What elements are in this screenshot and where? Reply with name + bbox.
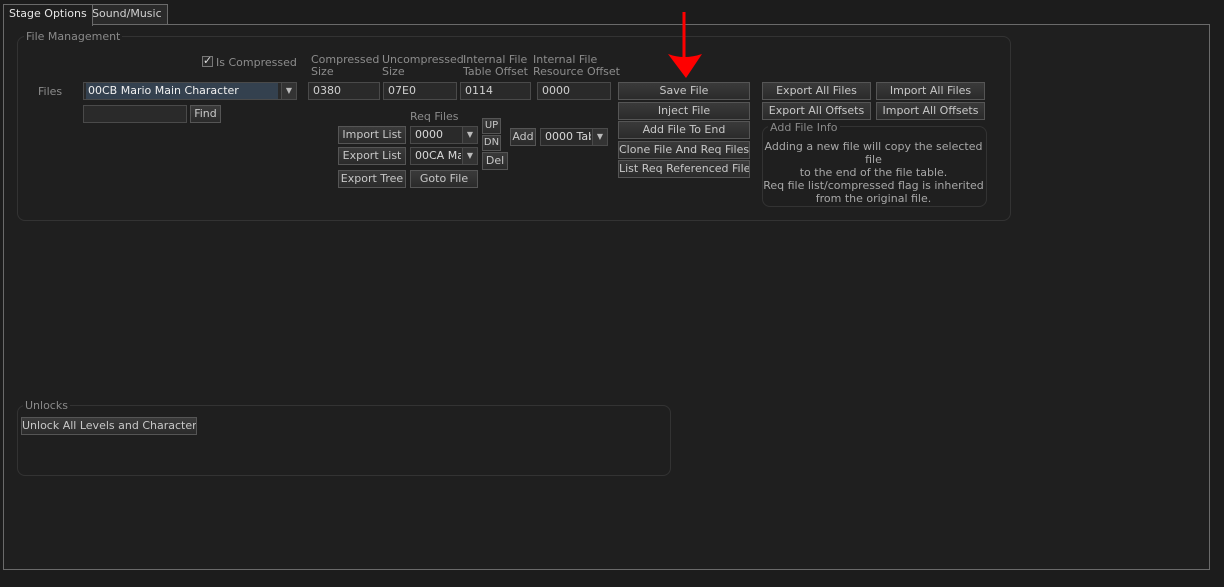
find-button[interactable]: Find [190, 105, 221, 123]
table-offset-field[interactable]: 0114 [460, 82, 531, 100]
file-management-title: File Management [24, 30, 122, 43]
req-file-select-value: 0000 [413, 127, 461, 143]
add-req-select-value: 0000 Tab [543, 129, 591, 145]
unlock-all-button[interactable]: Unlock All Levels and Characters [21, 417, 197, 435]
list-req-referenced-button[interactable]: List Req Referenced Files [618, 160, 750, 178]
chevron-down-icon: ▼ [281, 83, 296, 99]
annotation-arrow-icon [664, 10, 708, 80]
export-tree-button[interactable]: Export Tree [338, 170, 406, 188]
add-file-to-end-button[interactable]: Add File To End [618, 121, 750, 139]
export-all-offsets-button[interactable]: Export All Offsets [762, 102, 871, 120]
tab-sound-music[interactable]: Sound/Music [86, 4, 168, 25]
uncompressed-size-label: UncompressedSize [382, 54, 464, 78]
move-up-button[interactable]: UP [482, 118, 501, 134]
table-offset-label: Internal FileTable Offset [463, 54, 528, 78]
compressed-size-field[interactable]: 0380 [308, 82, 380, 100]
chevron-down-icon: ▼ [462, 148, 477, 164]
chevron-down-icon: ▼ [592, 129, 607, 145]
uncompressed-size-field[interactable]: 07E0 [383, 82, 457, 100]
goto-file-button[interactable]: Goto File [410, 170, 478, 188]
save-file-button[interactable]: Save File [618, 82, 750, 100]
chevron-down-icon: ▼ [462, 127, 477, 143]
add-req-select[interactable]: 0000 Tab ▼ [540, 128, 608, 146]
tab-stage-options[interactable]: Stage Options [3, 4, 93, 26]
add-req-button[interactable]: Add [510, 128, 536, 146]
move-down-button[interactable]: DN [482, 135, 501, 151]
export-all-files-button[interactable]: Export All Files [762, 82, 871, 100]
unlocks-title: Unlocks [23, 399, 70, 412]
import-all-offsets-button[interactable]: Import All Offsets [876, 102, 985, 120]
files-label: Files [38, 85, 62, 98]
export-list-button[interactable]: Export List [338, 147, 406, 165]
add-file-info-title: Add File Info [768, 121, 840, 134]
files-select[interactable]: 00CB Mario Main Character ▼ [83, 82, 297, 100]
req-file-list-select[interactable]: 00CA Mar ▼ [410, 147, 478, 165]
compressed-size-label: CompressedSize [311, 54, 379, 78]
req-files-label: Req Files [410, 110, 459, 123]
is-compressed-checkbox[interactable]: ✓ [202, 56, 213, 67]
is-compressed-label: Is Compressed [216, 56, 297, 69]
resource-offset-label: Internal FileResource Offset [533, 54, 620, 78]
delete-req-button[interactable]: Del [482, 152, 508, 170]
import-list-button[interactable]: Import List [338, 126, 406, 144]
req-file-select[interactable]: 0000 ▼ [410, 126, 478, 144]
checkmark-icon: ✓ [203, 54, 212, 67]
add-file-info-text: Adding a new file will copy the selected… [762, 140, 985, 205]
import-all-files-button[interactable]: Import All Files [876, 82, 985, 100]
resource-offset-field[interactable]: 0000 [537, 82, 611, 100]
files-select-value: 00CB Mario Main Character [86, 83, 278, 99]
inject-file-button[interactable]: Inject File [618, 102, 750, 120]
req-file-list-value: 00CA Mar [413, 148, 461, 164]
find-input[interactable] [83, 105, 187, 123]
clone-file-button[interactable]: Clone File And Req Files [618, 141, 750, 159]
unlocks-group [17, 405, 671, 476]
